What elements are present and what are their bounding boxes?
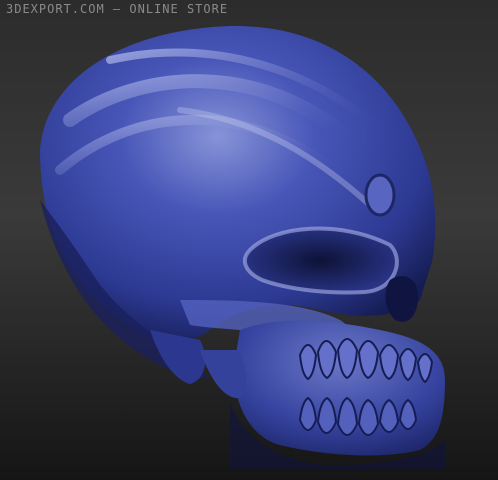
eye-socket	[242, 226, 399, 295]
forehead-nub	[364, 173, 396, 217]
skull-model-icon	[40, 25, 445, 470]
nasal-cavity	[385, 276, 419, 322]
tendril	[200, 350, 247, 399]
render-viewport: 3DEXPORT.COM – ONLINE STORE	[0, 0, 498, 480]
jaw-shape	[234, 320, 445, 456]
